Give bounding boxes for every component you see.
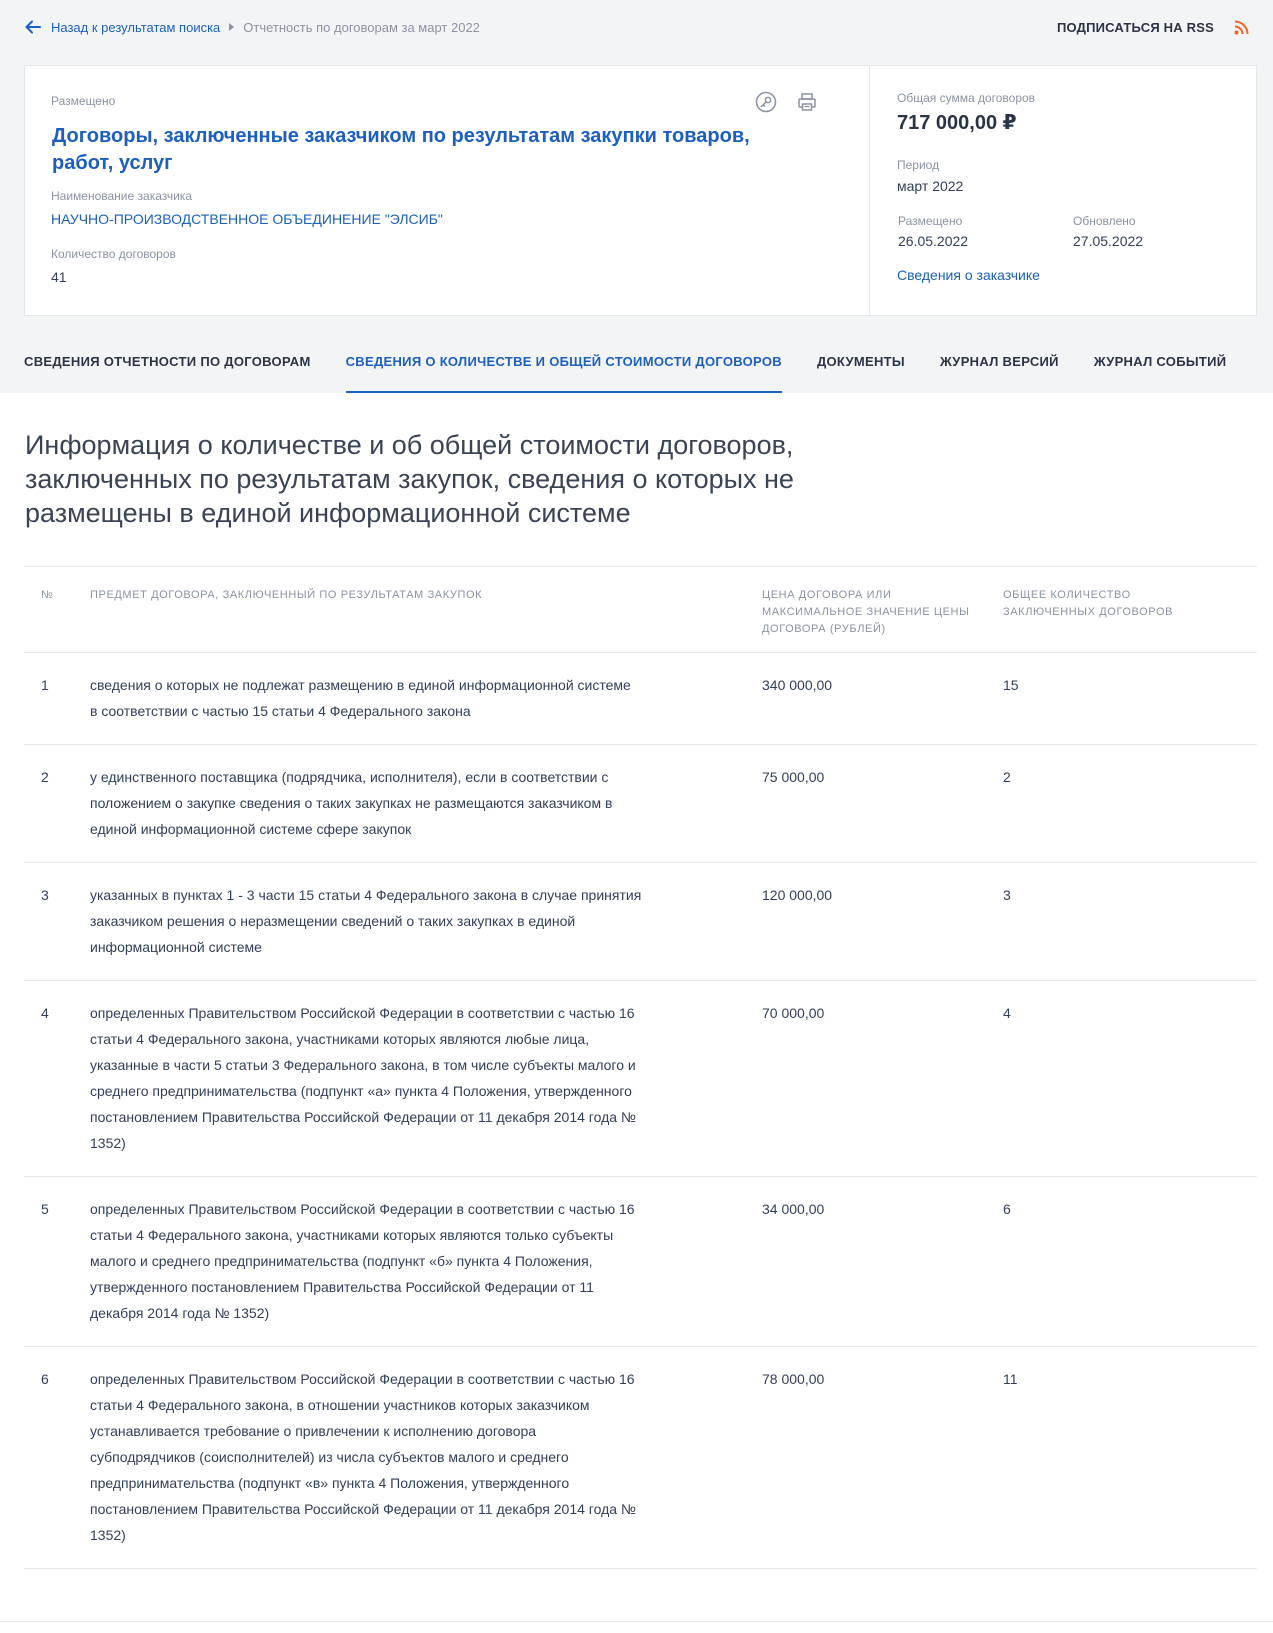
- rss-icon: [1234, 20, 1249, 35]
- table-header: № Предмет договора, заключенный по резул…: [24, 566, 1257, 653]
- row-count: 11: [1003, 1371, 1018, 1387]
- table-row: 6 определенных Правительством Российской…: [24, 1347, 1257, 1569]
- published-label: Размещено: [898, 214, 963, 228]
- row-count: 4: [1003, 1005, 1011, 1021]
- row-count: 3: [1003, 887, 1011, 903]
- row-num: 3: [41, 887, 49, 903]
- row-count: 6: [1003, 1201, 1011, 1217]
- table-row: 5 определенных Правительством Российской…: [24, 1177, 1257, 1347]
- section-title: Информация о количестве и об общей стоим…: [25, 430, 794, 528]
- period-label: Период: [897, 158, 940, 172]
- row-price: 340 000,00: [762, 677, 833, 693]
- breadcrumb: Назад к результатам поиска Отчетность по…: [24, 16, 480, 38]
- breadcrumb-separator-icon: [229, 23, 235, 31]
- row-subject: определенных Правительством Российской Ф…: [90, 1201, 635, 1321]
- published-date: 26.05.2022: [898, 233, 969, 249]
- period-value: март 2022: [897, 178, 964, 194]
- header-count: Общее количество заключенных договоров: [1003, 589, 1174, 618]
- arrow-left-icon[interactable]: [24, 18, 42, 36]
- contracts-count-value: 41: [51, 269, 67, 285]
- table-row: 2 у единственного поставщика (подрядчика…: [24, 745, 1257, 863]
- print-icon[interactable]: [796, 91, 818, 113]
- row-subject: у единственного поставщика (подрядчика, …: [90, 769, 613, 837]
- rss-label: ПОДПИСАТЬСЯ НА RSS: [1056, 19, 1214, 35]
- customer-label: Наименование заказчика: [51, 189, 192, 203]
- row-price: 75 000,00: [762, 769, 825, 785]
- header-num: №: [41, 589, 54, 601]
- tab-contract-reports[interactable]: СВЕДЕНИЯ ОТЧЕТНОСТИ ПО ДОГОВОРАМ: [24, 346, 311, 393]
- tab-documents[interactable]: ДОКУМЕНТЫ: [817, 346, 905, 393]
- contracts-table: № Предмет договора, заключенный по резул…: [24, 566, 1257, 1569]
- row-subject: сведения о которых не подлежат размещени…: [90, 677, 631, 719]
- total-sum-value: 717 000,00 ₽: [897, 112, 1017, 134]
- row-num: 5: [41, 1201, 49, 1217]
- customer-name-link[interactable]: НАУЧНО-ПРОИЗВОДСТВЕННОЕ ОБЪЕДИНЕНИЕ "ЭЛС…: [51, 211, 443, 227]
- card-actions: [755, 91, 818, 113]
- row-price: 34 000,00: [762, 1201, 825, 1217]
- customer-info-link[interactable]: Сведения о заказчике: [897, 267, 1040, 283]
- rss-subscribe-button[interactable]: ПОДПИСАТЬСЯ НА RSS: [1057, 16, 1249, 38]
- page-footer-divider: [0, 1621, 1273, 1622]
- tab-version-log[interactable]: ЖУРНАЛ ВЕРСИЙ: [940, 346, 1059, 393]
- contracts-count-label: Количество договоров: [51, 247, 176, 261]
- table-row: 3 указанных в пунктах 1 - 3 части 15 ста…: [24, 863, 1257, 981]
- tab-event-log[interactable]: ЖУРНАЛ СОБЫТИЙ: [1094, 346, 1227, 393]
- table-row: 4 определенных Правительством Российской…: [24, 981, 1257, 1177]
- row-num: 2: [41, 769, 49, 785]
- table-row: 1 сведения о которых не подлежат размеще…: [24, 653, 1257, 745]
- tab-bar: СВЕДЕНИЯ ОТЧЕТНОСТИ ПО ДОГОВОРАМ СВЕДЕНИ…: [24, 346, 1261, 393]
- report-card: Размещено Договоры, заключенные заказчик…: [24, 65, 1257, 316]
- row-count: 2: [1003, 769, 1011, 785]
- row-num: 4: [41, 1005, 49, 1021]
- row-subject: определенных Правительством Российской Ф…: [90, 1371, 636, 1543]
- row-num: 6: [41, 1371, 49, 1387]
- updated-date: 27.05.2022: [1073, 233, 1144, 249]
- status-label: Размещено: [51, 94, 116, 108]
- row-subject: определенных Правительством Российской Ф…: [90, 1005, 636, 1151]
- key-icon[interactable]: [755, 91, 777, 113]
- breadcrumb-current: Отчетность по договорам за март 2022: [243, 19, 480, 35]
- report-card-main: Размещено Договоры, заключенные заказчик…: [25, 66, 870, 315]
- header-subject: Предмет договора, заключенный по результ…: [90, 589, 483, 601]
- tab-quantity-and-cost[interactable]: СВЕДЕНИЯ О КОЛИЧЕСТВЕ И ОБЩЕЙ СТОИМОСТИ …: [345, 346, 782, 393]
- updated-label: Обновлено: [1073, 214, 1136, 228]
- row-subject: указанных в пунктах 1 - 3 части 15 стать…: [90, 887, 642, 955]
- back-to-results-link[interactable]: Назад к результатам поиска: [51, 20, 220, 35]
- row-price: 70 000,00: [762, 1005, 825, 1021]
- row-price: 78 000,00: [762, 1371, 825, 1387]
- total-sum-label: Общая сумма договоров: [897, 91, 1036, 105]
- row-price: 120 000,00: [762, 887, 833, 903]
- report-title-link[interactable]: Договоры, заключенные заказчиком по резу…: [52, 123, 772, 177]
- row-count: 15: [1003, 677, 1019, 693]
- header-price: Цена договора или максимальное значение …: [762, 589, 970, 635]
- report-card-summary: Общая сумма договоров 717 000,00 ₽ Перио…: [870, 66, 1256, 315]
- row-num: 1: [41, 677, 49, 693]
